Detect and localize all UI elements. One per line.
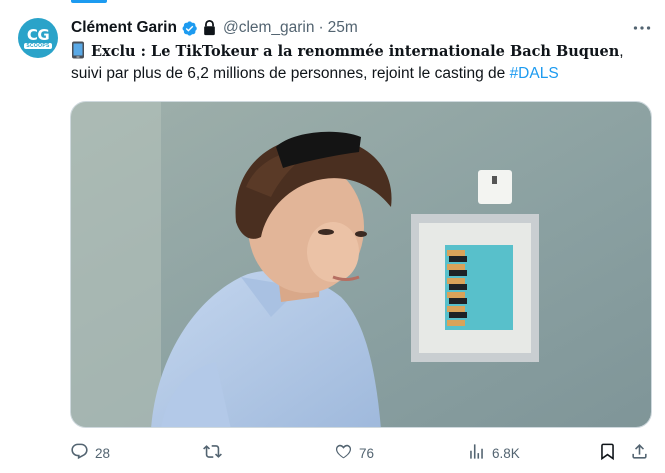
share-button[interactable] xyxy=(630,440,649,466)
like-icon xyxy=(334,442,353,464)
avatar[interactable]: CG SCOOPS xyxy=(18,18,58,58)
bookmark-icon xyxy=(598,442,617,464)
views-button[interactable]: 6.8K xyxy=(467,440,520,466)
lock-icon xyxy=(202,20,217,36)
author-name[interactable]: Clément Garin xyxy=(71,19,177,37)
top-accent-bar xyxy=(71,0,107,3)
reply-button[interactable]: 28 xyxy=(70,440,110,466)
share-icon xyxy=(630,442,649,464)
tweet-bold-text: Exclu : Le TikTokeur a la renommée inter… xyxy=(91,43,620,60)
phone-icon xyxy=(71,41,85,59)
views-icon xyxy=(467,442,486,464)
hashtag-link[interactable]: #DALS xyxy=(510,65,559,82)
tweet-header: Clément Garin @clem_garin · 25m xyxy=(71,17,358,39)
author-handle[interactable]: @clem_garin xyxy=(223,19,315,37)
like-count: 76 xyxy=(359,445,375,461)
repost-icon xyxy=(203,442,222,464)
reply-count: 28 xyxy=(95,445,111,461)
tweet-photo[interactable] xyxy=(70,101,652,428)
reply-icon xyxy=(70,442,89,464)
tweet-actions: 28 76 6.8K xyxy=(70,440,656,466)
tweet-time[interactable]: 25m xyxy=(328,19,358,37)
avatar-text: CG xyxy=(26,25,50,44)
separator-dot: · xyxy=(318,19,324,36)
views-count: 6.8K xyxy=(492,445,520,461)
verified-icon[interactable] xyxy=(181,20,198,37)
repost-button[interactable] xyxy=(203,440,228,466)
more-icon[interactable] xyxy=(631,17,653,39)
avatar-subtext: SCOOPS xyxy=(24,42,52,49)
bookmark-button[interactable] xyxy=(598,440,617,466)
like-button[interactable]: 76 xyxy=(334,440,374,466)
tweet-text: Exclu : Le TikTokeur a la renommée inter… xyxy=(71,41,656,85)
